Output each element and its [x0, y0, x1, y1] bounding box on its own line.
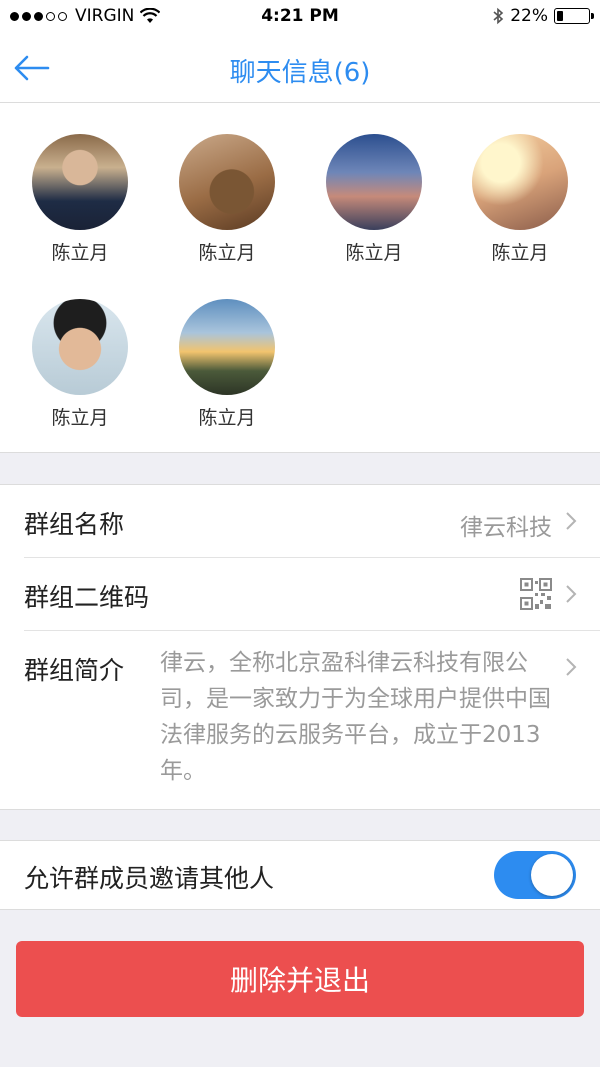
avatar: [32, 299, 128, 395]
member-grid: 陈立月 陈立月 陈立月 陈立月 陈立月 陈立月: [0, 103, 600, 453]
delete-and-exit-button[interactable]: 删除并退出: [16, 941, 584, 1017]
invite-setting-row: 允许群成员邀请其他人: [0, 840, 600, 910]
avatar: [326, 134, 422, 230]
group-qrcode-row[interactable]: 群组二维码: [0, 558, 600, 631]
member-item[interactable]: 陈立月: [25, 134, 135, 265]
invite-toggle[interactable]: [494, 851, 576, 899]
member-item[interactable]: 陈立月: [172, 299, 282, 430]
page-title: 聊天信息(6): [229, 58, 371, 88]
status-right: 22%: [492, 6, 594, 26]
avatar: [472, 134, 568, 230]
avatar: [179, 299, 275, 395]
group-settings: 群组名称 律云科技 群组二维码 群组简介 律云，全称北京盈科律云科技有限公司，是…: [0, 484, 600, 810]
member-name: 陈立月: [198, 242, 256, 264]
group-intro-row[interactable]: 群组简介 律云，全称北京盈科律云科技有限公司，是一家致力于为全球用户提供中国法律…: [0, 631, 600, 809]
member-item[interactable]: 陈立月: [172, 134, 282, 265]
group-name-value: 律云科技: [460, 515, 552, 541]
toggle-knob: [531, 854, 573, 896]
member-name: 陈立月: [345, 242, 403, 264]
battery-icon: [554, 8, 594, 24]
avatar: [32, 134, 128, 230]
qrcode-icon: [520, 578, 552, 610]
member-item[interactable]: 陈立月: [25, 299, 135, 430]
chevron-right-icon: [566, 512, 577, 530]
status-bar: VIRGIN 4:21 PM 22%: [0, 0, 600, 34]
member-item[interactable]: 陈立月: [465, 134, 575, 265]
group-intro-text: 律云，全称北京盈科律云科技有限公司，是一家致力于为全球用户提供中国法律服务的云服…: [160, 650, 551, 784]
avatar: [179, 134, 275, 230]
invite-setting-label: 允许群成员邀请其他人: [24, 864, 275, 893]
bluetooth-icon: [493, 7, 504, 25]
member-name: 陈立月: [198, 407, 256, 429]
chevron-right-icon: [566, 585, 577, 603]
member-item[interactable]: 陈立月: [319, 134, 429, 265]
member-name: 陈立月: [491, 242, 549, 264]
group-intro-label: 群组简介: [24, 656, 125, 685]
group-qrcode-label: 群组二维码: [24, 583, 150, 612]
member-name: 陈立月: [51, 242, 109, 264]
group-name-label: 群组名称: [24, 510, 125, 539]
battery-percent: 22%: [510, 6, 548, 26]
group-name-row[interactable]: 群组名称 律云科技: [0, 485, 600, 558]
member-name: 陈立月: [51, 407, 109, 429]
chevron-right-icon: [566, 658, 577, 676]
nav-bar: 聊天信息(6): [0, 34, 600, 103]
